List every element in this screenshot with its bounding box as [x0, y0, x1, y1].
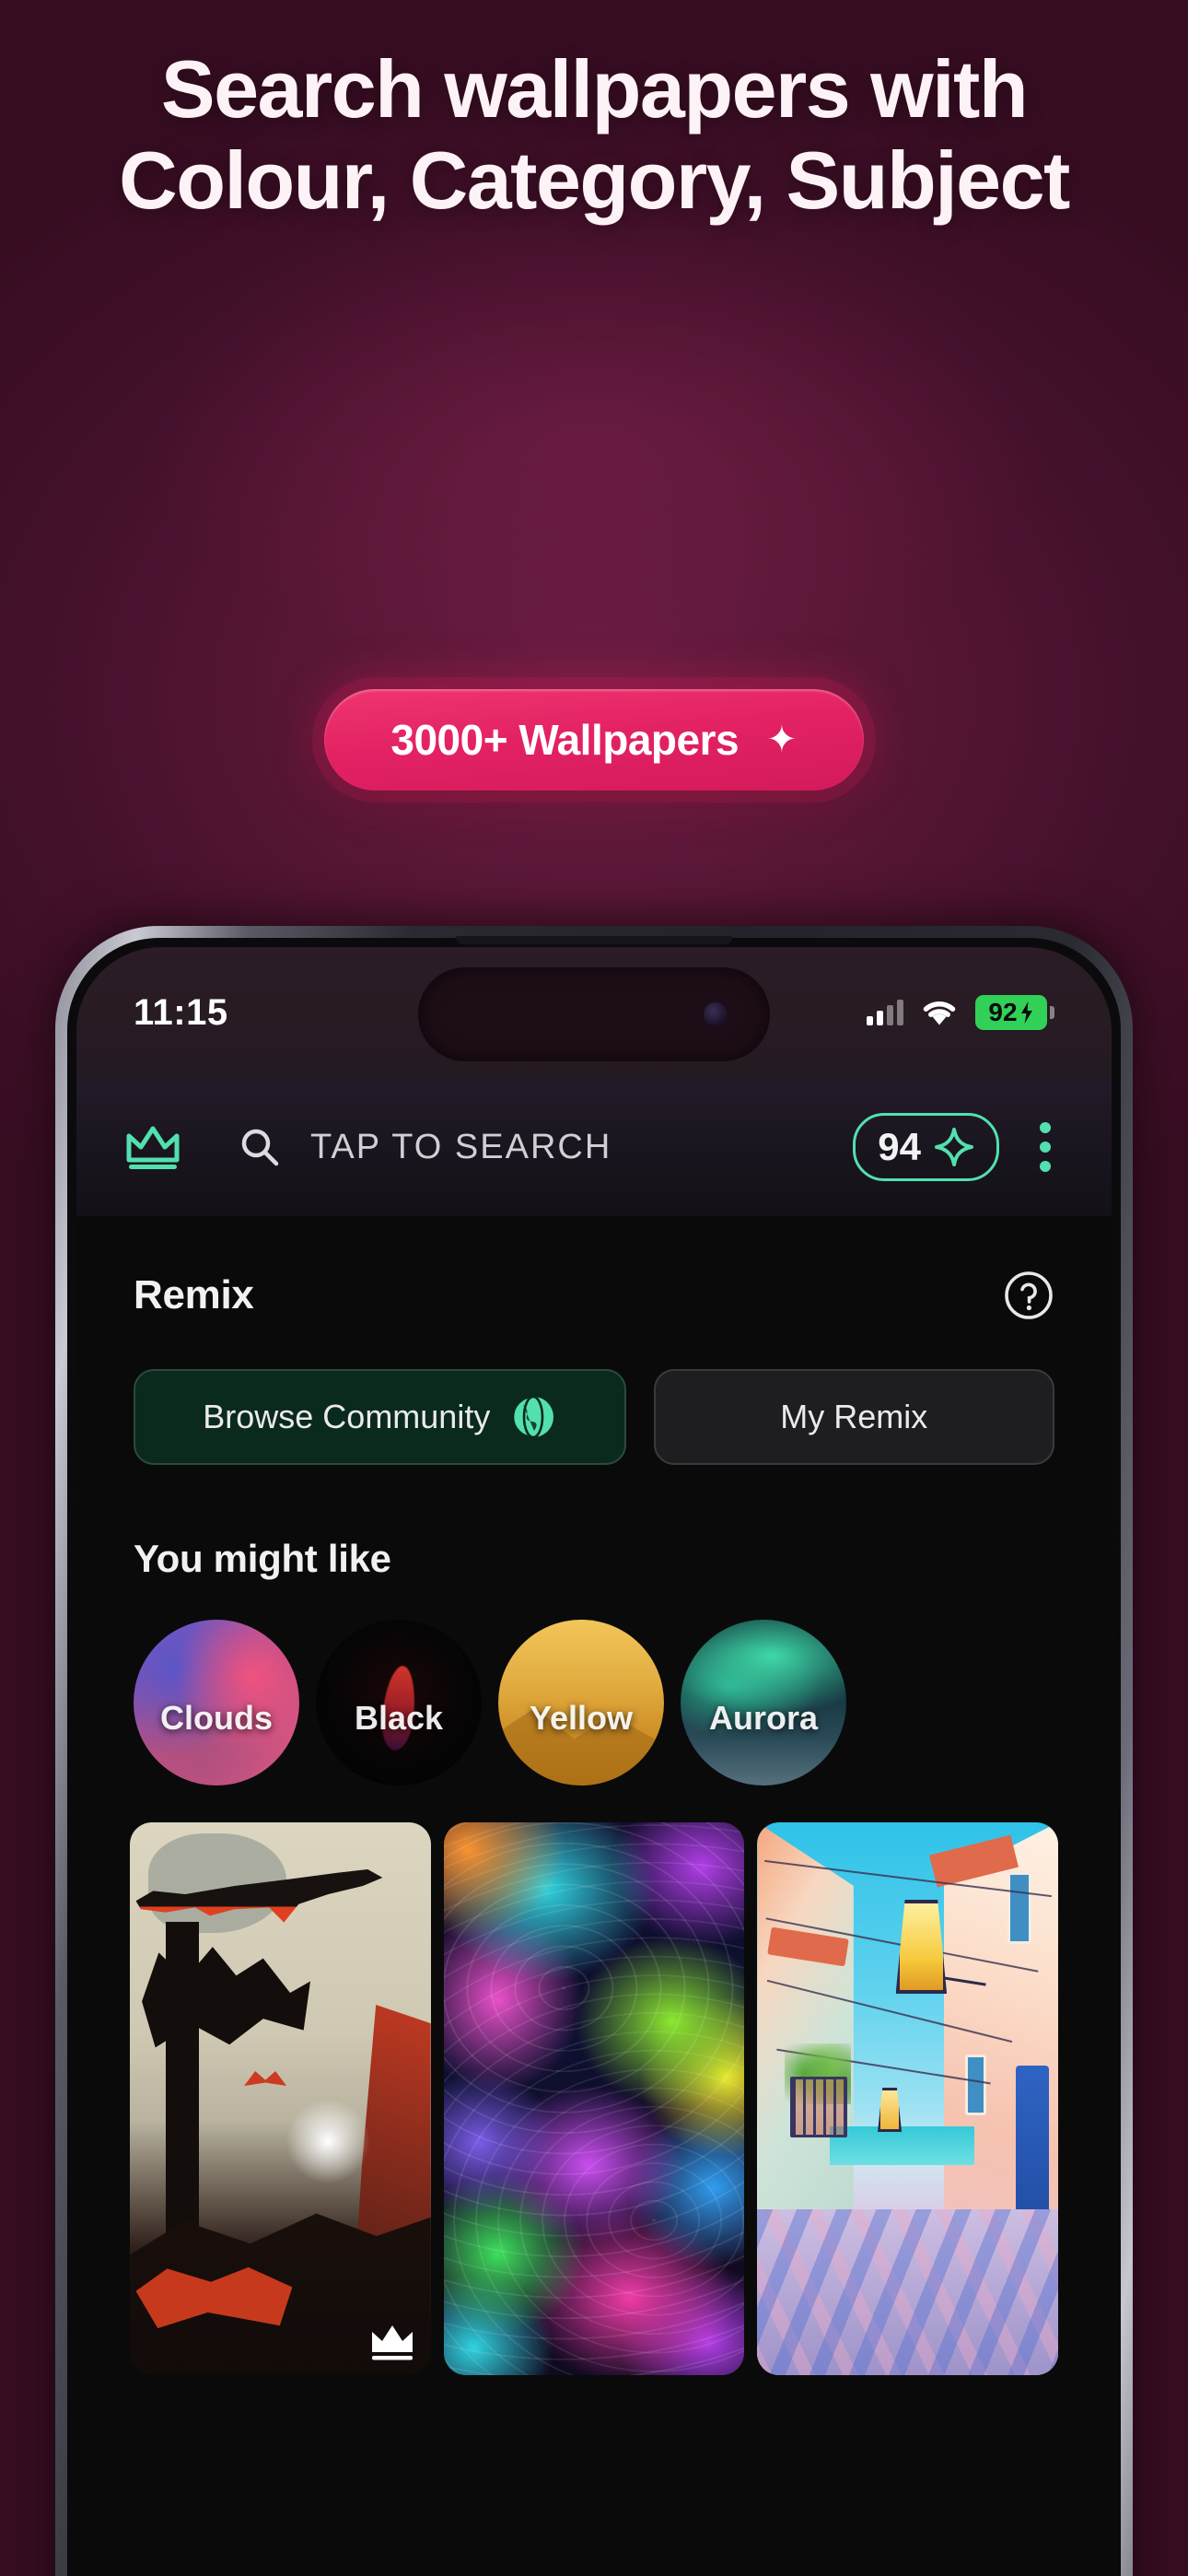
- app-content: Remix Browse Community My Remix You migh…: [76, 1216, 1112, 2375]
- credits-count: 94: [878, 1125, 921, 1168]
- dynamic-island: [418, 967, 770, 1061]
- kebab-menu-icon[interactable]: [1027, 1115, 1064, 1179]
- battery-indicator: 92: [975, 995, 1054, 1030]
- remix-actions: Browse Community My Remix: [76, 1321, 1112, 1465]
- category-chip-label: Aurora: [708, 1699, 819, 1737]
- sparkle-diamond-icon: [935, 1128, 973, 1166]
- charging-bolt-icon: [1020, 1001, 1032, 1024]
- help-circle-icon[interactable]: [1003, 1270, 1054, 1321]
- wallpaper-count-label: 3000+ Wallpapers: [390, 716, 740, 764]
- status-indicators: 92: [867, 995, 1054, 1030]
- category-chip-aurora[interactable]: Aurora: [681, 1620, 846, 1786]
- status-bar: 11:15 92: [76, 947, 1112, 1078]
- sparkle-icon: ✦: [766, 720, 798, 760]
- crown-icon: [371, 2325, 413, 2360]
- wallpaper-thumbnail: [443, 1822, 745, 2375]
- wallpaper-card-neon-abstract-fluid[interactable]: [443, 1822, 745, 2375]
- wallpaper-grid: [76, 1786, 1112, 2375]
- status-time: 11:15: [134, 991, 228, 1033]
- category-chip-label: Black: [354, 1699, 444, 1737]
- search-icon[interactable]: [239, 1126, 281, 1168]
- category-chip-list: Clouds Black Yellow Aurora: [76, 1581, 1112, 1786]
- phone-bezel: 11:15 92 TAP TO SEARCH 94 Remix Browse C…: [67, 936, 1121, 2576]
- credits-badge[interactable]: 94: [853, 1113, 999, 1181]
- search-input[interactable]: TAP TO SEARCH: [310, 1128, 853, 1167]
- category-chip-clouds[interactable]: Clouds: [134, 1620, 299, 1786]
- front-camera-icon: [704, 1002, 728, 1026]
- crown-icon[interactable]: [124, 1123, 181, 1171]
- remix-section-header: Remix: [76, 1216, 1112, 1321]
- remix-title: Remix: [134, 1272, 254, 1317]
- browse-community-label: Browse Community: [203, 1398, 491, 1435]
- wallpaper-count-badge-wrap: 3000+ Wallpapers ✦: [0, 689, 1188, 790]
- category-chip-yellow[interactable]: Yellow: [498, 1620, 664, 1786]
- category-chip-label: Yellow: [529, 1699, 634, 1737]
- wifi-icon: [923, 1001, 956, 1025]
- you-might-like-title: You might like: [134, 1537, 391, 1580]
- wallpaper-card-dark-forest-lizard[interactable]: [130, 1822, 431, 2375]
- wallpaper-thumbnail: [130, 1822, 431, 2375]
- my-remix-button[interactable]: My Remix: [653, 1369, 1054, 1465]
- category-chip-black[interactable]: Black: [316, 1620, 482, 1786]
- globe-icon: [512, 1395, 554, 1439]
- wallpaper-count-badge[interactable]: 3000+ Wallpapers ✦: [324, 689, 864, 790]
- wallpaper-thumbnail: [757, 1822, 1059, 2375]
- page-title: Search wallpapers with Colour, Category,…: [119, 43, 1070, 226]
- promo-screenshot: Search wallpapers with Colour, Category,…: [0, 0, 1188, 2576]
- cellular-bars-icon: [867, 1000, 903, 1025]
- speaker-notch: [456, 936, 732, 944]
- app-toolbar: TAP TO SEARCH 94: [76, 1078, 1112, 1216]
- phone-mockup: 11:15 92 TAP TO SEARCH 94 Remix Browse C…: [55, 926, 1133, 2576]
- battery-percent: 92: [988, 998, 1018, 1026]
- browse-community-button[interactable]: Browse Community: [134, 1369, 626, 1465]
- phone-screen: 11:15 92 TAP TO SEARCH 94 Remix Browse C…: [76, 947, 1112, 2576]
- category-chip-label: Clouds: [160, 1699, 273, 1737]
- my-remix-label: My Remix: [780, 1398, 928, 1435]
- wallpaper-card-pastel-mediterranean-street[interactable]: [757, 1822, 1059, 2375]
